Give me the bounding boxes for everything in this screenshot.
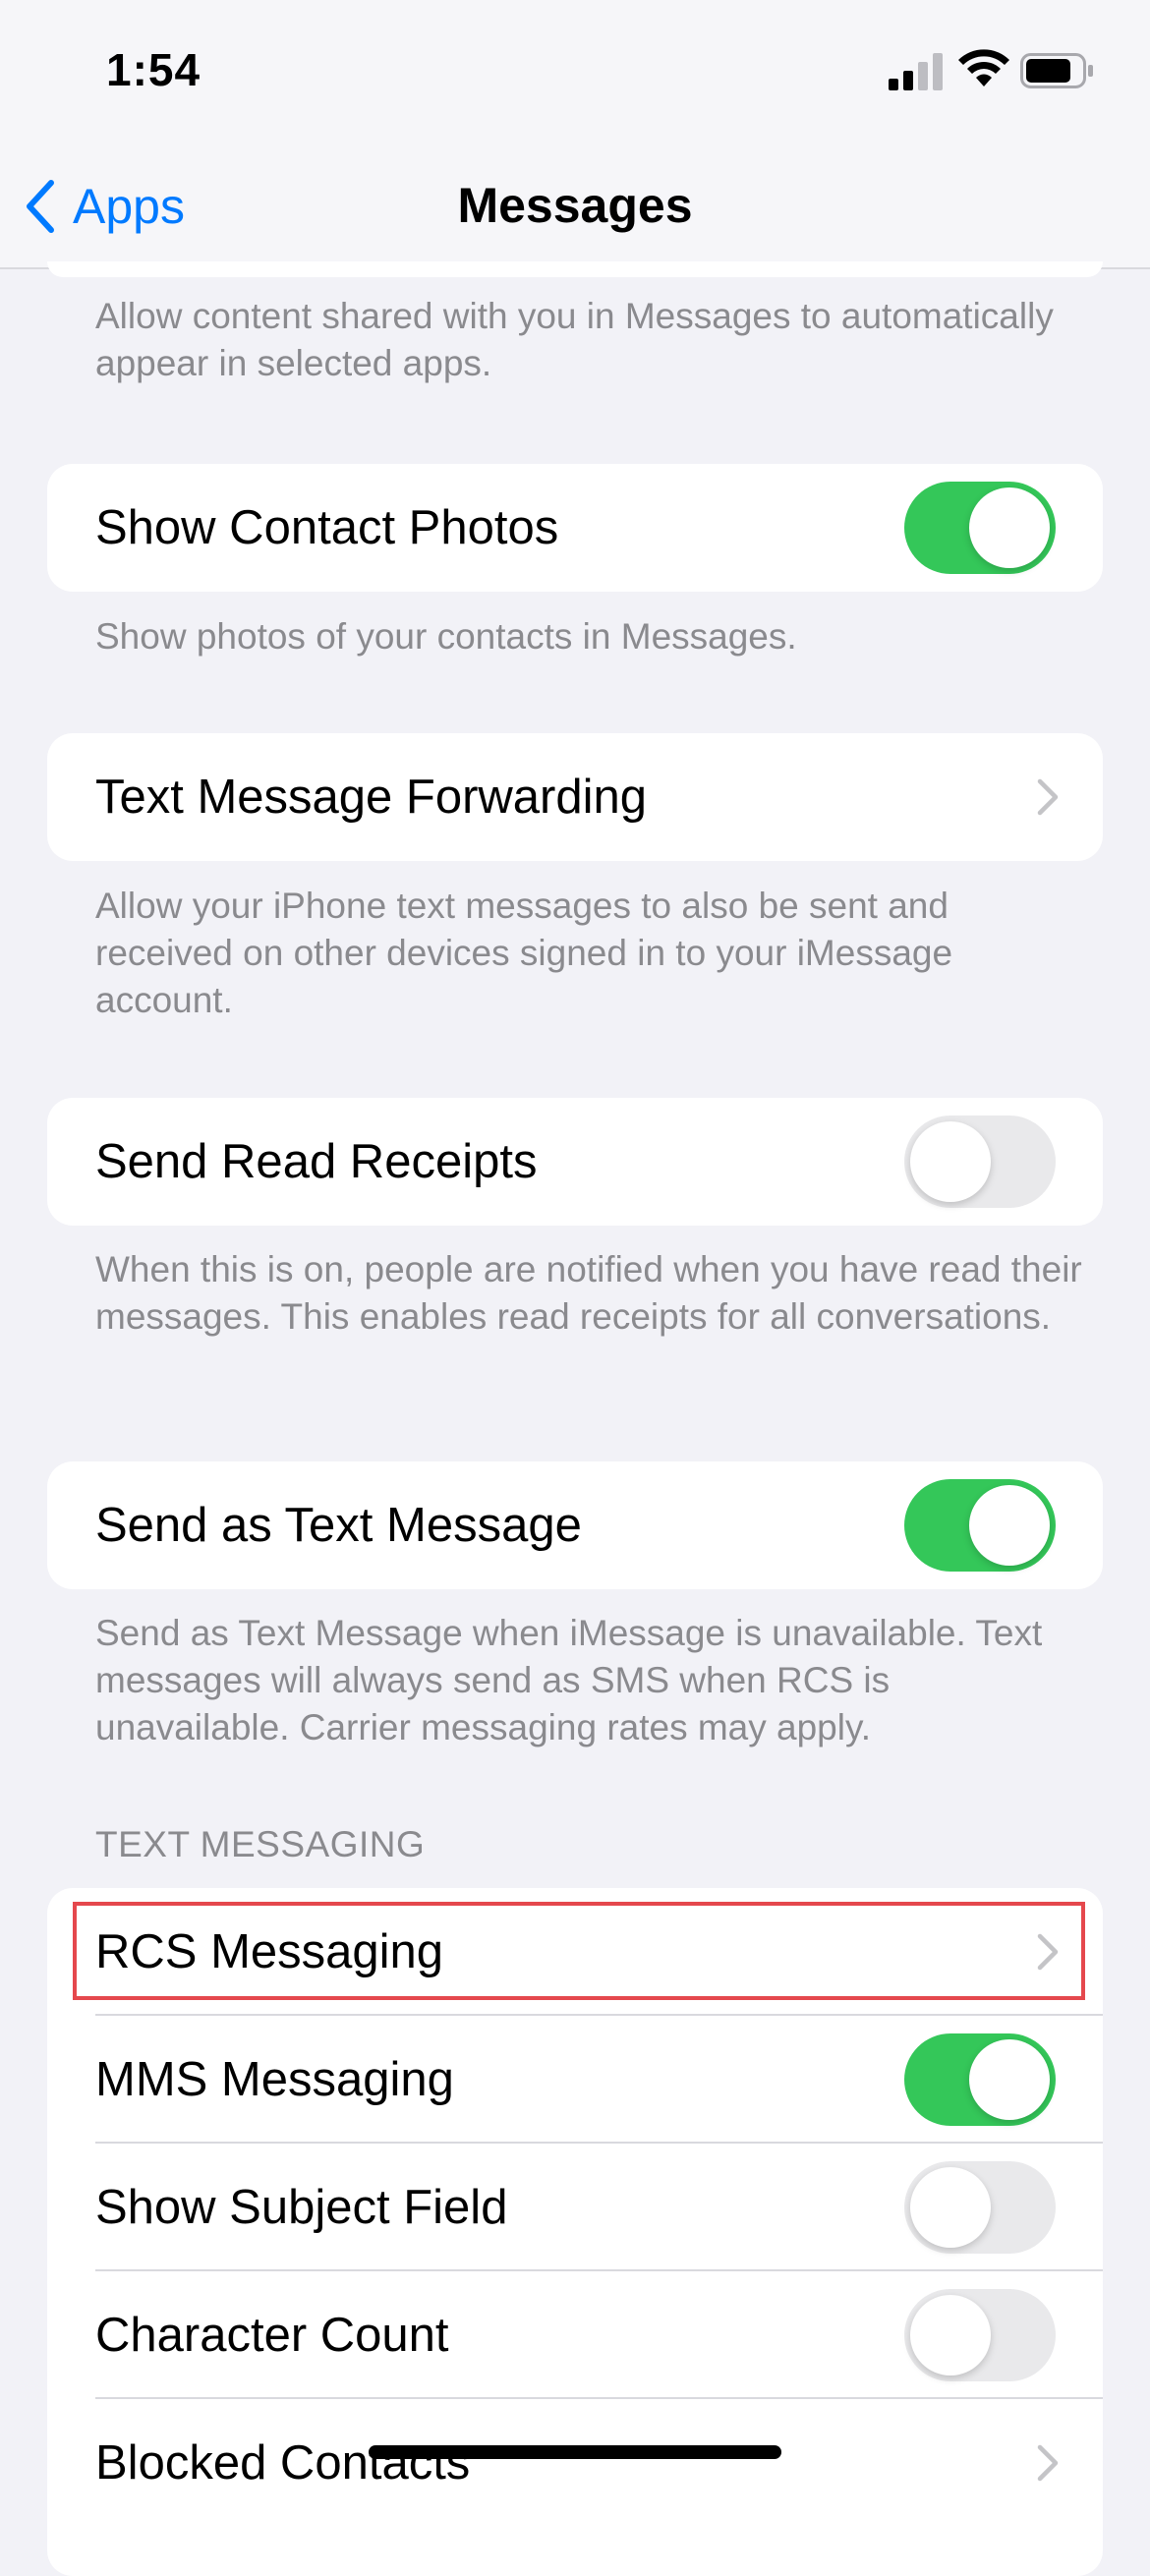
row-label: Text Message Forwarding bbox=[95, 771, 648, 824]
row-label: Send Read Receipts bbox=[95, 1135, 538, 1188]
navigation-bar: Apps Messages bbox=[0, 138, 1150, 269]
toggle-knob bbox=[969, 1485, 1050, 1566]
text-message-forwarding-footer: Allow your iPhone text messages to also … bbox=[95, 886, 953, 1020]
home-indicator[interactable] bbox=[369, 2445, 781, 2459]
battery-icon bbox=[1020, 53, 1093, 88]
toggle-knob bbox=[910, 1121, 991, 1202]
chevron-right-icon bbox=[1037, 2444, 1059, 2482]
row-label: MMS Messaging bbox=[95, 2053, 454, 2106]
mms-messaging-toggle[interactable] bbox=[904, 2033, 1056, 2126]
toggle-knob bbox=[910, 2295, 991, 2376]
show-contact-photos-card: Show Contact Photos bbox=[47, 464, 1103, 592]
row-label: Show Contact Photos bbox=[95, 501, 559, 554]
text-messaging-header: TEXT MESSAGING bbox=[95, 1824, 426, 1864]
chevron-right-icon bbox=[1037, 778, 1059, 816]
wifi-icon bbox=[958, 49, 1009, 86]
text-message-forwarding-row[interactable]: Text Message Forwarding bbox=[47, 733, 1103, 861]
shared-with-you-footer: Allow content shared with you in Message… bbox=[95, 296, 1054, 383]
rcs-messaging-highlight bbox=[73, 1902, 1085, 2000]
blocked-contacts-row[interactable]: Blocked Contacts bbox=[47, 2399, 1103, 2527]
send-as-text-card: Send as Text Message bbox=[47, 1461, 1103, 1589]
show-subject-field-toggle[interactable] bbox=[904, 2161, 1056, 2254]
previous-card-edge bbox=[47, 261, 1103, 277]
send-as-text-footer: Send as Text Message when iMessage is un… bbox=[95, 1613, 1043, 1747]
text-message-forwarding-card: Text Message Forwarding bbox=[47, 733, 1103, 861]
mms-messaging-row: MMS Messaging bbox=[47, 2016, 1103, 2144]
show-contact-photos-footer: Show photos of your contacts in Messages… bbox=[95, 616, 797, 657]
show-subject-field-row: Show Subject Field bbox=[47, 2144, 1103, 2271]
row-label: Send as Text Message bbox=[95, 1499, 582, 1552]
send-read-receipts-card: Send Read Receipts bbox=[47, 1098, 1103, 1226]
row-label: Blocked Contacts bbox=[95, 2436, 471, 2490]
send-read-receipts-toggle[interactable] bbox=[904, 1116, 1056, 1208]
row-label: Character Count bbox=[95, 2309, 449, 2362]
toggle-knob bbox=[910, 2167, 991, 2248]
show-contact-photos-toggle[interactable] bbox=[904, 482, 1056, 574]
character-count-toggle[interactable] bbox=[904, 2289, 1056, 2381]
toggle-knob bbox=[969, 2039, 1050, 2120]
send-read-receipts-footer: When this is on, people are notified whe… bbox=[95, 1249, 1082, 1337]
show-contact-photos-row: Show Contact Photos bbox=[47, 464, 1103, 592]
status-time: 1:54 bbox=[106, 44, 201, 95]
send-as-text-toggle[interactable] bbox=[904, 1479, 1056, 1572]
toggle-knob bbox=[969, 487, 1050, 568]
send-as-text-row: Send as Text Message bbox=[47, 1461, 1103, 1589]
cellular-signal-icon bbox=[889, 53, 943, 90]
status-bar: 1:54 bbox=[0, 0, 1150, 138]
row-label: Show Subject Field bbox=[95, 2181, 508, 2234]
send-read-receipts-row: Send Read Receipts bbox=[47, 1098, 1103, 1226]
page-title: Messages bbox=[457, 178, 693, 233]
character-count-row: Character Count bbox=[47, 2271, 1103, 2399]
